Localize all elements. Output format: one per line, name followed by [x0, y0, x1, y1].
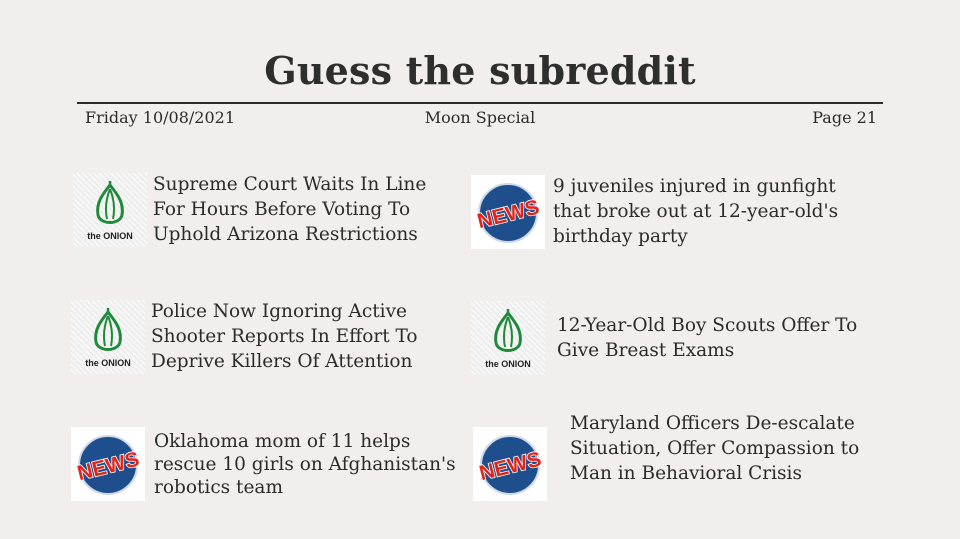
headline-text: Police Now Ignoring Active Shooter Repor…: [151, 301, 418, 372]
onion-logo-icon: the ONION: [71, 299, 145, 374]
onion-logo-icon: the ONION: [471, 301, 545, 375]
onion-logo-icon: the ONION: [73, 172, 147, 247]
headline-item: NEWS 9 juveniles injured in gunfight tha…: [471, 174, 861, 249]
headline-item: the ONION Police Now Ignoring Active Sho…: [71, 299, 461, 374]
headline-item: the ONION Supreme Court Waits In Line Fo…: [73, 172, 458, 247]
onion-logo-text: the ONION: [87, 231, 133, 241]
news-logo-icon: NEWS: [471, 174, 545, 249]
headline-item: NEWS Maryland Officers De-escalate Situa…: [473, 411, 873, 501]
news-logo-icon: NEWS: [473, 427, 547, 501]
headline-text: 9 juveniles injured in gunfight that bro…: [553, 176, 839, 247]
page-title: Guess the subreddit: [264, 48, 696, 93]
headline-text: Supreme Court Waits In Line For Hours Be…: [153, 174, 427, 245]
headline-text: Maryland Officers De-escalate Situation,…: [570, 413, 860, 484]
header-rule: [77, 102, 883, 104]
headline-item: NEWS Oklahoma mom of 11 helps rescue 10 …: [71, 427, 461, 501]
onion-logo-text: the ONION: [485, 359, 531, 369]
news-logo-icon: NEWS: [71, 427, 145, 501]
headline-item: the ONION 12-Year-Old Boy Scouts Offer T…: [471, 301, 871, 375]
headline-text: Oklahoma mom of 11 helps rescue 10 girls…: [154, 430, 456, 498]
onion-logo-text: the ONION: [85, 358, 131, 368]
header-page-number: Page 21: [812, 108, 877, 127]
headline-text: 12-Year-Old Boy Scouts Offer To Give Bre…: [557, 315, 858, 361]
